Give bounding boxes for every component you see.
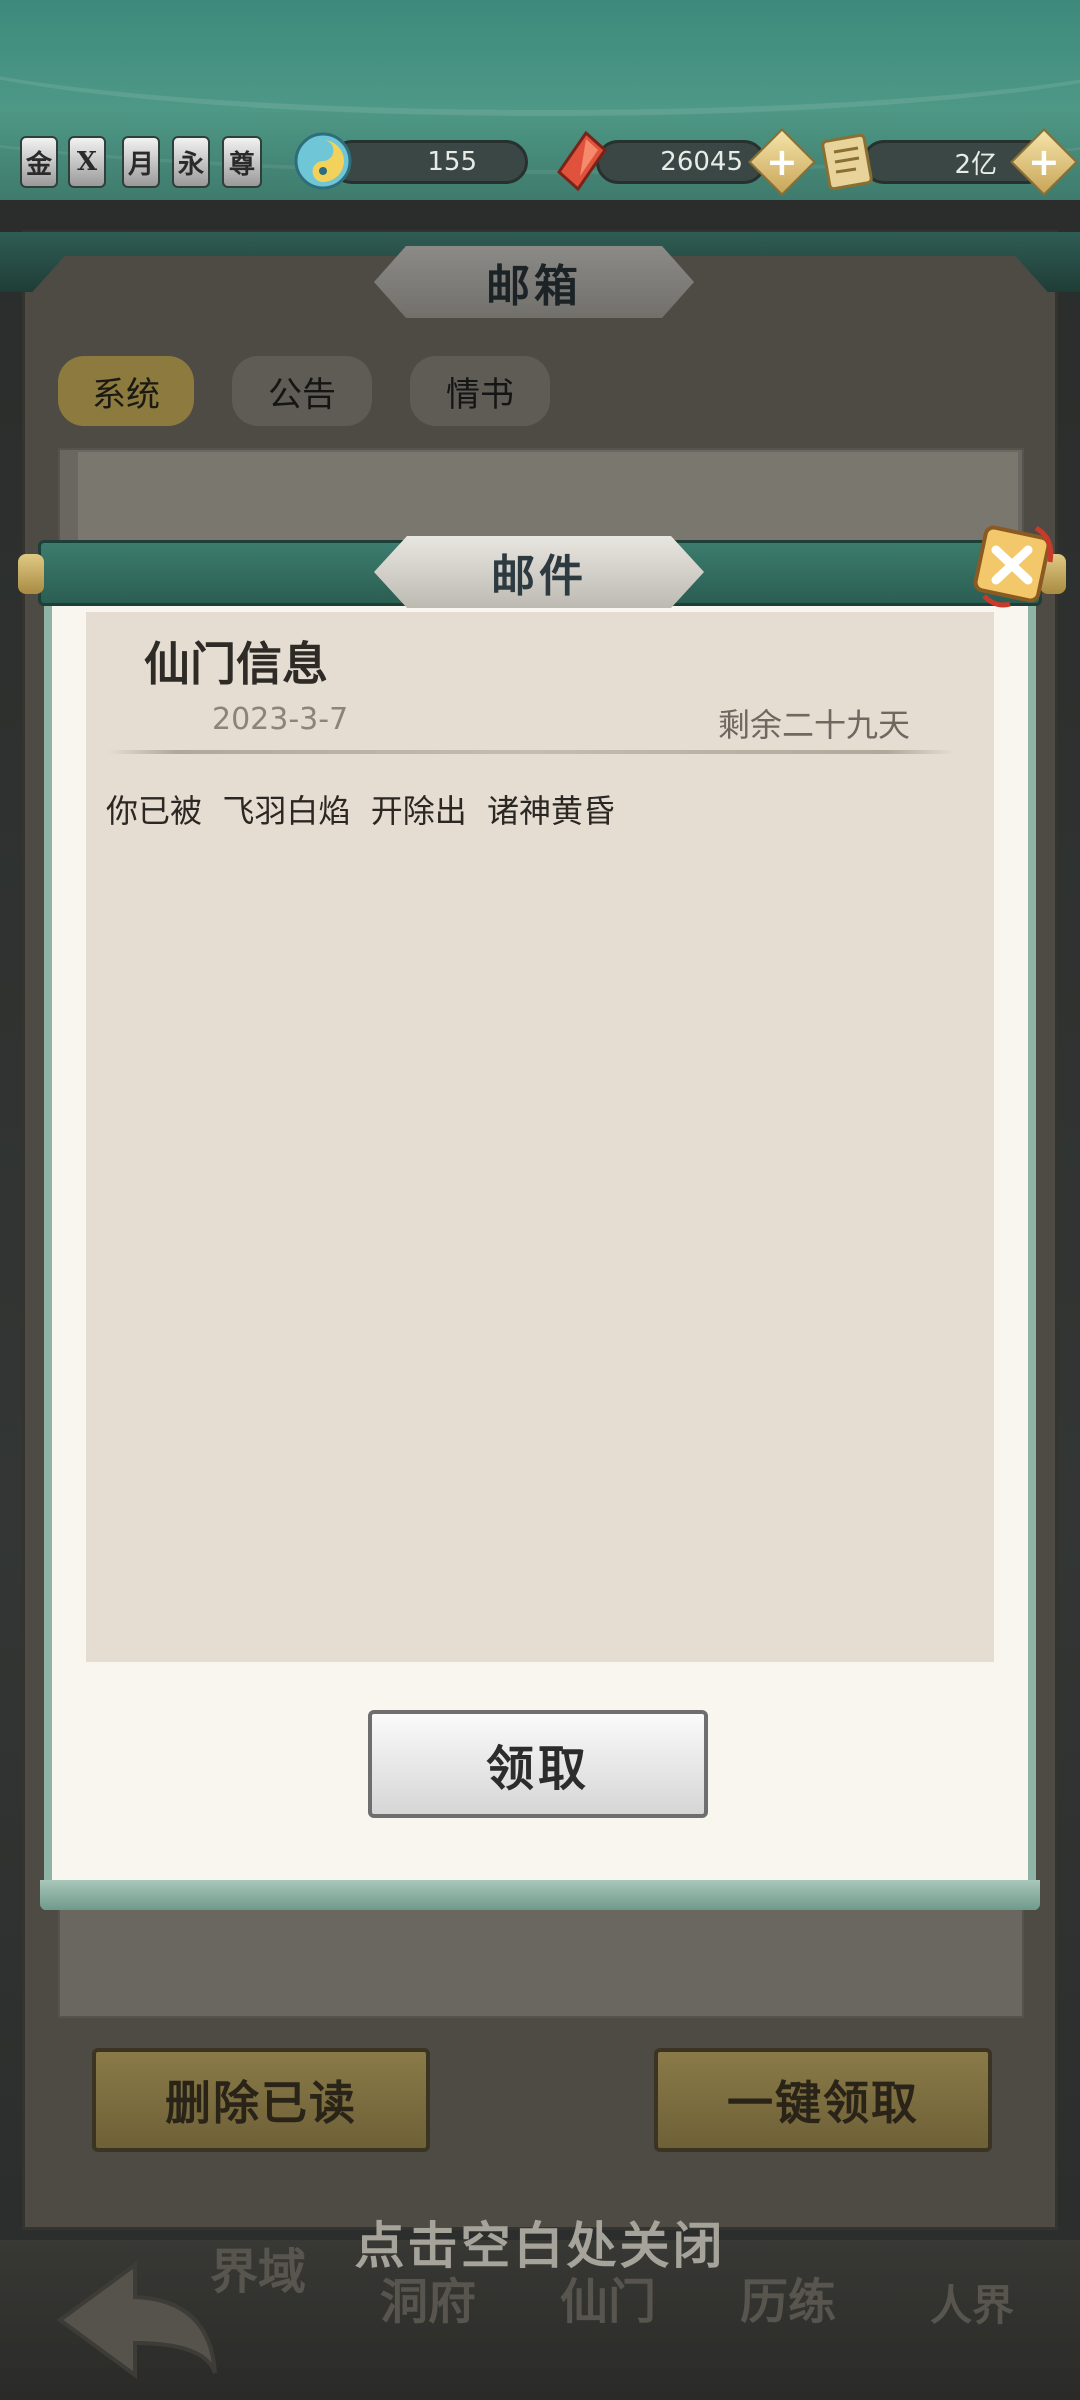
resource-bar-gem: 26045 <box>596 140 766 184</box>
nav-item-mortal-realm[interactable]: 人界 <box>930 2272 1014 2333</box>
mail-remaining-time: 剩余二十九天 <box>718 706 911 744</box>
resource-bar-jade: 155 <box>330 140 528 184</box>
scroll-paper-icon <box>821 133 873 191</box>
mail-content-area <box>86 612 994 1662</box>
scroll-rod-left <box>18 554 44 594</box>
close-icon[interactable] <box>966 518 1058 610</box>
mail-modal-bottom-rim <box>40 1880 1040 1910</box>
close-hint-text: 点击空白处关闭 <box>354 2216 726 2275</box>
mailbox-title: 邮箱 <box>374 246 694 318</box>
jade-swirl-icon <box>294 132 352 190</box>
mail-date: 2023-3-7 <box>212 702 349 737</box>
claim-all-button[interactable]: 一键领取 <box>654 2048 992 2152</box>
vip-badge-gold[interactable]: 金 <box>20 136 58 188</box>
divider <box>108 750 954 754</box>
tab-announcement[interactable]: 公告 <box>232 356 372 426</box>
vip-badge-month[interactable]: 月 <box>122 136 160 188</box>
gem-count: 26045 <box>660 147 743 177</box>
mail-title: 仙门信息 <box>144 637 328 691</box>
scroll-count: 2亿 <box>954 149 997 180</box>
vip-badge-x[interactable]: X <box>68 136 106 188</box>
delete-read-button[interactable]: 删除已读 <box>92 2048 430 2152</box>
vip-badge-supreme[interactable]: 尊 <box>222 136 262 188</box>
mail-modal-title: 邮件 <box>374 536 704 608</box>
tab-love-letter[interactable]: 情书 <box>410 356 550 426</box>
vip-badge-forever[interactable]: 永 <box>172 136 210 188</box>
jade-count: 155 <box>427 147 477 177</box>
mail-body-text: 你已被 飞羽白焰 开除出 诸神黄昏 <box>106 792 616 830</box>
red-gem-icon <box>557 130 607 192</box>
tab-system[interactable]: 系统 <box>58 356 194 426</box>
claim-button[interactable]: 领取 <box>368 1710 708 1818</box>
